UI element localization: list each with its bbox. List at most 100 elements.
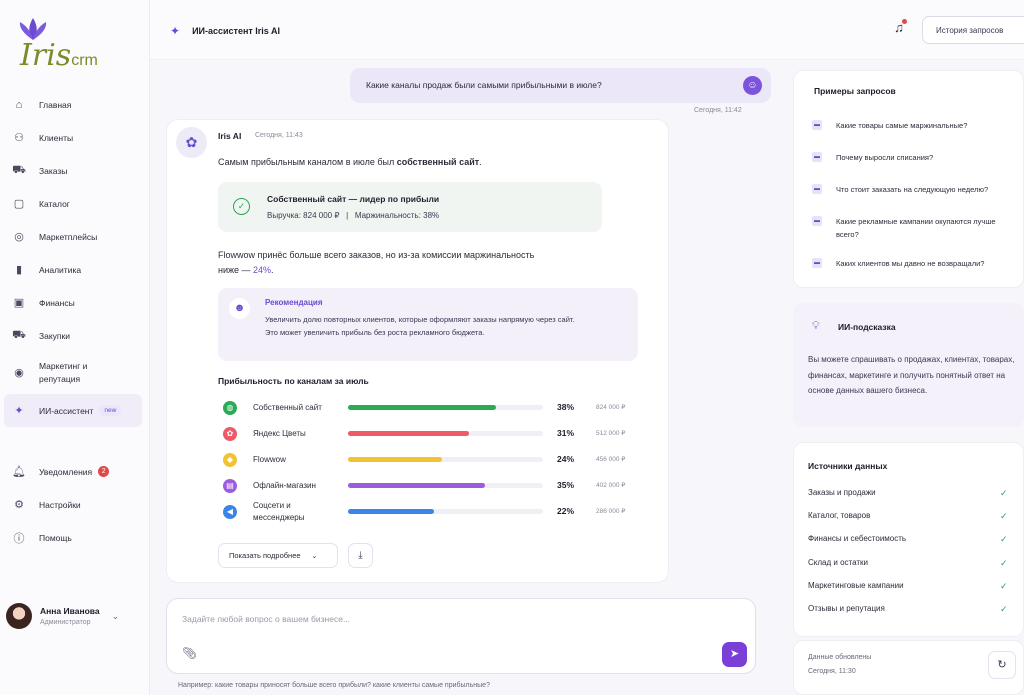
ai-answer-summary: Самым прибыльным каналом в июле был собс… [218, 157, 482, 167]
leader-highlight [218, 182, 602, 232]
input-hint: Например: какие товары приносят больше в… [178, 682, 490, 689]
chart-bar-track [348, 509, 543, 514]
ai-name: Iris AI [218, 131, 242, 141]
nav-item-marketplaces[interactable]: ◎ Маркетплейсы [4, 220, 142, 253]
user-profile[interactable]: Анна Иванова Администратор ⌄ [6, 598, 144, 634]
chart-amount-label: 402 000 ₽ [596, 482, 626, 489]
chat-bubble-icon: ▬ [812, 184, 822, 194]
nav-item-help[interactable]: ⓘ Помощь [4, 521, 142, 554]
check-icon: ✓ [1000, 488, 1008, 498]
chat-bubble-icon: ▬ [812, 152, 822, 162]
nav-item-purchases[interactable]: ⛟ Закупки [4, 319, 142, 352]
lightbulb-icon: 💡︎ [812, 320, 820, 332]
nav-item-analytics[interactable]: ▮ Аналитика [4, 253, 142, 286]
chart-icon: ▮ [15, 264, 23, 276]
chart-bar-track [348, 457, 543, 462]
chat-input[interactable] [182, 611, 722, 627]
user-message-time: Сегодня, 11:42 [694, 107, 742, 114]
chart-row: ◆ Flowwow 24% 456 000 ₽ [218, 450, 648, 470]
users-icon: ⚇ [14, 132, 24, 144]
chart-bar [348, 405, 497, 410]
chart-row: ◀ Соцсети и мессенджеры 22% 286 000 ₽ [218, 501, 648, 522]
check-icon: ✓ [1000, 604, 1008, 614]
bell-icon: 🔔︎ [12, 466, 26, 478]
chevron-down-icon: ⌄ [311, 552, 318, 560]
data-source-item: Отзывы и репутация ✓ [808, 604, 1008, 614]
data-source-item: Маркетинговые кампании ✓ [808, 581, 1008, 591]
examples-title: Примеры запросов [814, 86, 896, 96]
nav-item-catalog[interactable]: ▢ Каталог [4, 187, 142, 220]
nav-item-orders[interactable]: ⛟ Заказы [4, 154, 142, 187]
data-sources-title: Источники данных [808, 461, 888, 471]
bottom-nav: 🔔︎ Уведомления 2 ⚙ Настройки ⓘ Помощь [4, 455, 142, 554]
main-nav: ⌂ Главная ⚇ Клиенты ⛟ Заказы ▢ Каталог ◎ Марк… [4, 88, 142, 427]
chart-bar [348, 457, 442, 462]
chart-value-label: 35% [557, 480, 575, 490]
download-button[interactable]: ⤓ [348, 543, 373, 568]
chat-input-box [166, 598, 756, 674]
nav-item-ai-assistant[interactable]: ✦ ИИ-ассистент new [4, 394, 142, 427]
chat-bubble-icon: ▬ [812, 258, 822, 268]
target-icon: ◉ [14, 366, 24, 379]
flowwow-note: Flowwow принёс больше всего заказов, но … [218, 250, 535, 275]
sidebar: Iriscrm ⌂ Главная ⚇ Клиенты ⛟ Заказы ▢ Катал… [0, 0, 150, 695]
lightbulb-icon: ☻ [229, 298, 250, 319]
sparkle-icon: ✦ [170, 24, 181, 38]
refresh-button[interactable]: ↻ [988, 651, 1016, 679]
cart-icon: ⛟ [12, 163, 26, 176]
download-icon: ⤓ [358, 550, 363, 561]
nav-item-marketing[interactable]: ◉ Маркетинг и репутация [4, 352, 142, 394]
history-button[interactable]: История запросов [922, 16, 1024, 44]
chart-bar [348, 483, 485, 488]
sparkle-icon: ✦ [14, 405, 24, 417]
data-source-item: Финансы и себестоимость ✓ [808, 534, 1008, 544]
show-more-button[interactable]: Показать подробнее ⌄ [218, 543, 338, 568]
send-icon: ➤ [729, 648, 740, 660]
examples-panel [793, 70, 1024, 288]
ai-message-time: Сегодня, 11:43 [255, 132, 303, 139]
nav-item-finance[interactable]: ▣ Финансы [4, 286, 142, 319]
shop-icon: ▤ [223, 479, 237, 493]
send-button[interactable]: ➤ [722, 642, 747, 667]
ai-tip-text: Вы можете спрашивать о продажах, клиента… [808, 355, 1015, 395]
profile-name: Анна Иванова [40, 606, 100, 616]
chart-bar-track [348, 483, 543, 488]
chart-row: ✿ Яндекс Цветы 31% 512 000 ₽ [218, 424, 648, 444]
recommendation-text: Увеличить долю повторных клиентов, котор… [265, 315, 575, 337]
check-icon: ✓ [1000, 534, 1008, 544]
updated-label: Данные обновлены [808, 654, 872, 661]
bag-icon: ◆ [223, 453, 237, 467]
chart-bar [348, 431, 469, 436]
new-badge: new [99, 405, 122, 416]
marketing-label-line1: Маркетинг и [39, 361, 88, 371]
nav-item-notifications[interactable]: 🔔︎ Уведомления 2 [4, 455, 142, 488]
logo-wordmark: Iriscrm [20, 38, 98, 73]
avatar [6, 603, 32, 629]
nav-item-clients[interactable]: ⚇ Клиенты [4, 121, 142, 154]
chevron-down-icon[interactable]: ⌄ [112, 611, 120, 622]
store-icon: ◎ [14, 231, 24, 243]
page-title: ✦ ИИ-ассистент Iris AI [170, 24, 280, 38]
help-icon: ⓘ [13, 532, 25, 545]
chart-amount-label: 286 000 ₽ [596, 508, 626, 515]
marketing-label-line2: репутация [39, 374, 81, 384]
chart-title: Прибыльность по каналам за июль [218, 376, 369, 386]
nav-item-home[interactable]: ⌂ Главная [4, 88, 142, 121]
paperclip-icon[interactable]: 📎︎ [182, 646, 197, 660]
check-icon: ✓ [1000, 581, 1008, 591]
chart-bar [348, 509, 434, 514]
chart-category-label: Офлайн-магазин [253, 481, 316, 490]
chart-value-label: 38% [557, 402, 575, 412]
nav-item-settings[interactable]: ⚙ Настройки [4, 488, 142, 521]
check-icon: ✓ [1000, 558, 1008, 568]
chat-bubble-icon: ▬ [812, 120, 822, 130]
chart-bar-track [348, 405, 543, 410]
chart-category-label: Собственный сайт [253, 403, 322, 412]
iris-ai-avatar-icon: ✿ [176, 127, 207, 158]
refresh-icon: ↻ [997, 659, 1007, 671]
profile-role: Администратор [40, 619, 91, 626]
wallet-icon: ▣ [13, 297, 25, 309]
check-icon: ✓ [1000, 511, 1008, 521]
chart-value-label: 22% [557, 506, 575, 516]
chart-amount-label: 824 000 ₽ [596, 404, 626, 411]
